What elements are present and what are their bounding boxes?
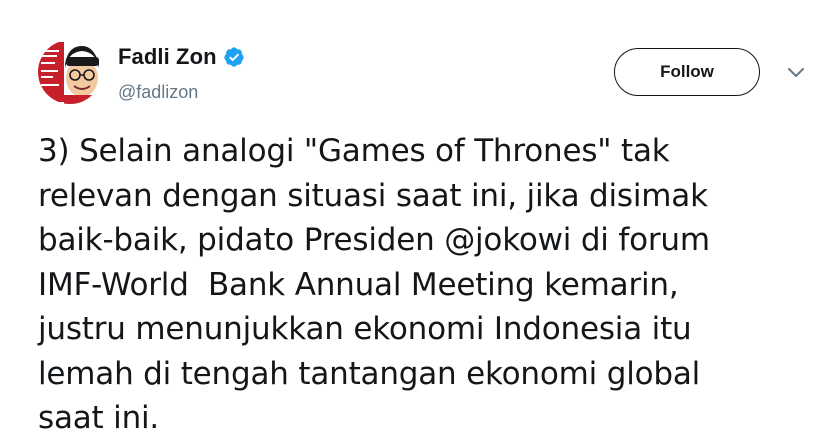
tweet-text-line: lemah di tengah tantangan ekonomi global: [38, 355, 701, 392]
user-avatar[interactable]: [38, 40, 102, 104]
user-handle[interactable]: @fadlizon: [118, 82, 198, 103]
user-avatar-icon: [38, 40, 102, 104]
tweet-text-line: 3) Selain analogi "Games of Thrones" tak: [38, 133, 670, 169]
tweet-text-line: relevan dengan situasi saat ini, jika di…: [38, 177, 708, 214]
tweet-card: Fadli Zon @fadlizon Follow 3) Selain ana…: [0, 0, 840, 440]
display-name: Fadli Zon: [118, 44, 217, 69]
follow-button[interactable]: Follow: [614, 48, 760, 96]
tweet-text: 3) Selain analogi "Games of Thrones" tak…: [38, 129, 828, 441]
user-name-row[interactable]: Fadli Zon: [118, 44, 245, 70]
chevron-down-icon[interactable]: [786, 66, 806, 80]
verified-badge-icon: [223, 46, 245, 68]
tweet-text-line: baik-baik, pidato Presiden @jokowi di fo…: [38, 222, 710, 258]
tweet-text-line: IMF-World Bank Annual Meeting kemarin,: [38, 266, 679, 303]
tweet-text-line: justru menunjukkan ekonomi Indonesia itu: [38, 311, 692, 347]
tweet-text-line: saat ini.: [38, 400, 160, 436]
